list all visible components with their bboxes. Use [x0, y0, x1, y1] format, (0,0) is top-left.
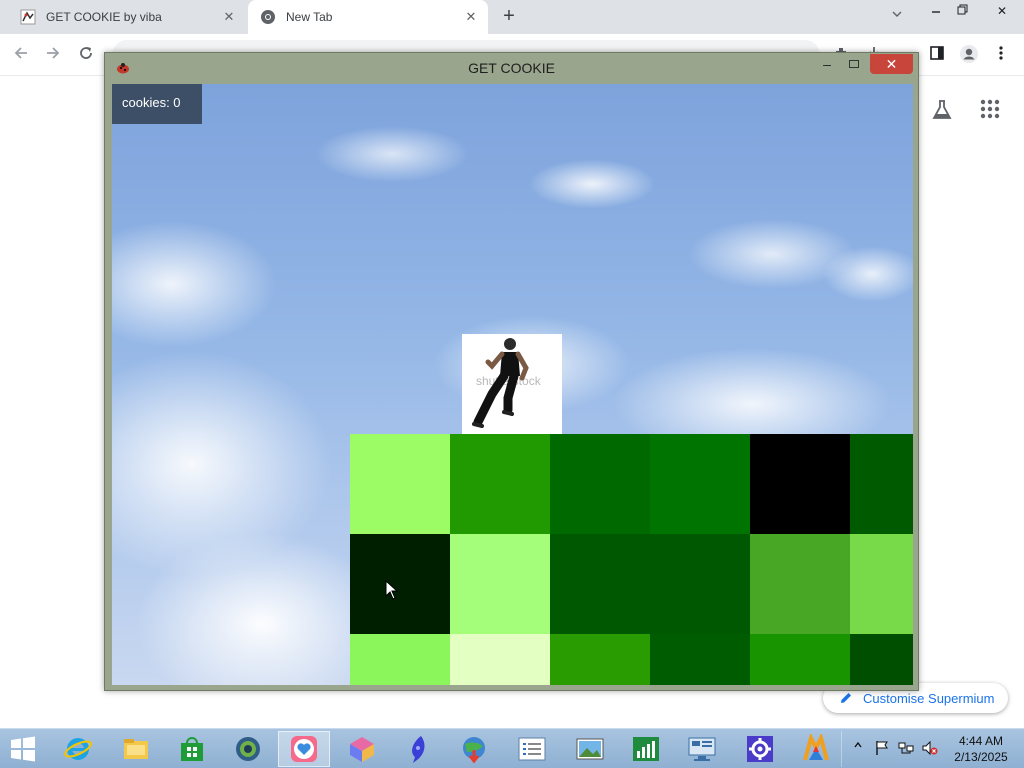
- monitor-app-icon[interactable]: [676, 731, 728, 767]
- ground-tile: [350, 434, 450, 534]
- ground-tile: [550, 634, 650, 685]
- kebab-menu-icon[interactable]: [990, 44, 1012, 66]
- game-close-button[interactable]: ✕: [870, 54, 913, 74]
- windows-logo-icon: [11, 736, 35, 762]
- tab-new-tab[interactable]: New Tab ✕: [248, 0, 488, 34]
- ground-tile: [350, 634, 450, 685]
- ground-tile: [650, 434, 750, 534]
- game-favicon-icon: [20, 9, 36, 25]
- photos-app-icon[interactable]: [564, 731, 616, 767]
- ground-tile: [850, 634, 913, 685]
- game-minimize-button[interactable]: –: [818, 56, 836, 74]
- profile-icon[interactable]: [958, 44, 980, 66]
- ground-tile: [850, 434, 913, 534]
- taskbar-clock[interactable]: 4:44 AM 2/13/2025: [948, 733, 1014, 765]
- runner-player-sprite: shutterstock: [462, 334, 562, 434]
- game-window-title: GET COOKIE: [468, 60, 555, 76]
- pencil-icon: [841, 693, 851, 703]
- clock-time: 4:44 AM: [958, 734, 1004, 748]
- customise-label: Customise Supermium: [863, 690, 995, 706]
- chromium-icon: [260, 9, 276, 25]
- browser-close-button[interactable]: ✕: [990, 4, 1014, 20]
- cube-app-icon[interactable]: [336, 731, 388, 767]
- forward-arrow-icon[interactable]: [42, 44, 64, 66]
- ground-tile: [450, 634, 550, 685]
- settings-gear-icon[interactable]: [734, 731, 786, 767]
- tab-title: New Tab: [286, 10, 333, 24]
- tab-search-chevron-icon[interactable]: [887, 7, 907, 27]
- network-icon[interactable]: [898, 740, 914, 756]
- internet-explorer-icon[interactable]: [52, 731, 104, 767]
- game-window: GET COOKIE – ✕ cookies: 0 shutterstock: [104, 52, 919, 691]
- globe-download-icon[interactable]: [448, 731, 500, 767]
- globe-browser-icon[interactable]: [222, 731, 274, 767]
- tab-close-icon[interactable]: ✕: [464, 10, 478, 24]
- feather-app-icon[interactable]: [392, 731, 444, 767]
- volume-muted-icon[interactable]: [922, 740, 938, 756]
- cookie-counter: cookies: 0: [112, 84, 202, 124]
- ground-tile: [450, 434, 550, 534]
- browser-minimize-button[interactable]: [924, 4, 948, 20]
- ground-tile: [750, 634, 850, 685]
- ground-tile: [550, 534, 650, 634]
- ground-tile: [850, 534, 913, 634]
- mouse-cursor-icon: [385, 580, 399, 600]
- start-button[interactable]: [8, 735, 40, 763]
- side-panel-icon[interactable]: [926, 44, 948, 66]
- action-center-flag-icon[interactable]: [874, 740, 890, 756]
- chart-app-icon[interactable]: [620, 731, 672, 767]
- tab-title: GET COOKIE by viba: [46, 10, 162, 24]
- ground-tile: [650, 534, 750, 634]
- game-window-titlebar[interactable]: GET COOKIE – ✕: [105, 53, 918, 83]
- ground-tile: [750, 534, 850, 634]
- runner-figure-icon: [472, 338, 529, 428]
- tab-close-icon[interactable]: ✕: [222, 10, 236, 24]
- clock-date: 2/13/2025: [954, 750, 1008, 764]
- apps-grid-icon[interactable]: [979, 98, 1003, 122]
- tab-get-cookie[interactable]: GET COOKIE by viba ✕: [8, 0, 246, 34]
- browser-restore-button[interactable]: [950, 4, 974, 20]
- tray-expand-chevron-icon[interactable]: [850, 740, 866, 756]
- ground-tile: [350, 534, 450, 634]
- store-icon[interactable]: [166, 731, 218, 767]
- ground-tile: [450, 534, 550, 634]
- back-arrow-icon[interactable]: [10, 44, 32, 66]
- heart-app-icon[interactable]: [278, 731, 330, 767]
- office-app-icon[interactable]: [790, 731, 842, 767]
- ground-tile: [650, 634, 750, 685]
- game-viewport[interactable]: cookies: 0 shutterstock: [112, 84, 913, 685]
- browser-tabstrip: GET COOKIE by viba ✕ New Tab ✕ + ✕: [0, 0, 1024, 34]
- new-tab-button[interactable]: +: [497, 5, 521, 29]
- ground-tile: [550, 434, 650, 534]
- game-maximize-button[interactable]: [845, 56, 863, 74]
- windows-taskbar: 4:44 AM 2/13/2025: [0, 728, 1024, 768]
- list-app-icon[interactable]: [506, 731, 558, 767]
- reload-icon[interactable]: [75, 44, 97, 66]
- ground-tile: [750, 434, 850, 534]
- file-explorer-icon[interactable]: [110, 731, 162, 767]
- lab-flask-icon[interactable]: [930, 98, 954, 122]
